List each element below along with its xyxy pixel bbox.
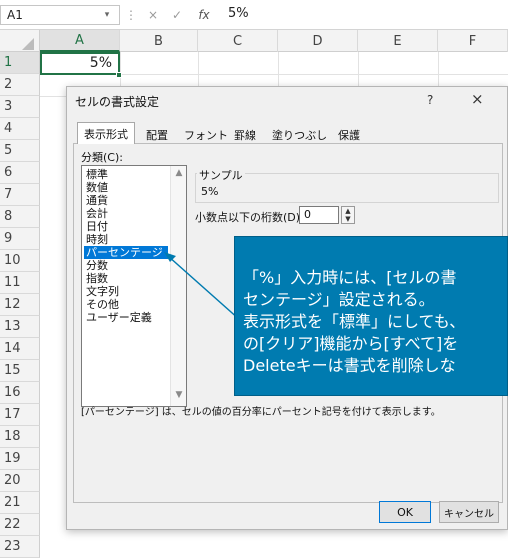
- callout-line-1: 「%」入力時には、[セルの書: [243, 268, 457, 287]
- help-icon[interactable]: ?: [427, 93, 433, 107]
- row-header-12[interactable]: 12: [0, 294, 40, 316]
- category-item-time[interactable]: 時刻: [86, 233, 108, 246]
- spin-down-icon[interactable]: ▼: [345, 215, 350, 223]
- row-header-5[interactable]: 5: [0, 140, 40, 162]
- confirm-entry-icon[interactable]: ✓: [166, 5, 188, 25]
- cancel-entry-icon[interactable]: ×: [142, 5, 164, 25]
- tab-alignment[interactable]: 配置: [139, 123, 175, 143]
- callout-line-5: Deleteキーは書式を削除しな: [243, 356, 456, 375]
- callout-line-4: の[クリア]機能から[すべて]を: [243, 334, 459, 353]
- category-item-number[interactable]: 数値: [86, 181, 108, 194]
- category-label: 分類(C):: [81, 151, 123, 164]
- column-header-c[interactable]: C: [198, 30, 278, 52]
- row-header-4[interactable]: 4: [0, 118, 40, 140]
- column-header-f[interactable]: F: [438, 30, 508, 52]
- column-header-a[interactable]: A: [40, 30, 120, 52]
- category-item-currency[interactable]: 通貨: [86, 194, 108, 207]
- row-header-9[interactable]: 9: [0, 228, 40, 250]
- category-item-scientific[interactable]: 指数: [86, 272, 108, 285]
- decimal-places-label: 小数点以下の桁数(D):: [195, 211, 304, 224]
- row-header-22[interactable]: 22: [0, 514, 40, 536]
- row-header-8[interactable]: 8: [0, 206, 40, 228]
- category-item-percentage[interactable]: パーセンテージ: [84, 246, 168, 259]
- row-header-11[interactable]: 11: [0, 272, 40, 294]
- row-header-13[interactable]: 13: [0, 316, 40, 338]
- category-description: [パーセンテージ] は、セルの値の百分率にパーセント記号を付けて表示します。: [81, 407, 441, 418]
- category-list-scrollbar[interactable]: ▲ ▼: [170, 166, 186, 406]
- row-header-1[interactable]: 1: [0, 52, 40, 74]
- tab-protection[interactable]: 保護: [331, 123, 367, 143]
- column-header-e[interactable]: E: [358, 30, 438, 52]
- row-header-20[interactable]: 20: [0, 470, 40, 492]
- row-header-23[interactable]: 23: [0, 536, 40, 558]
- scroll-down-icon[interactable]: ▼: [171, 390, 187, 400]
- row-header-19[interactable]: 19: [0, 448, 40, 470]
- ok-button[interactable]: OK: [379, 501, 431, 523]
- tab-border[interactable]: 罫線: [227, 123, 263, 143]
- select-all-corner[interactable]: [0, 30, 40, 52]
- column-header-row: A B C D E F: [0, 30, 508, 52]
- spin-up-icon[interactable]: ▲: [345, 207, 350, 215]
- tab-fill[interactable]: 塗りつぶし: [265, 123, 334, 143]
- row-header-18[interactable]: 18: [0, 426, 40, 448]
- category-item-special[interactable]: その他: [86, 298, 119, 311]
- callout-line-3: 表示形式を「標準」にしても、: [243, 312, 466, 331]
- category-list[interactable]: 標準 数値 通貨 会計 日付 時刻 パーセンテージ 分数 指数 文字列 その他 …: [81, 165, 187, 407]
- cell-a1[interactable]: 5%: [40, 52, 120, 75]
- row-header-17[interactable]: 17: [0, 404, 40, 426]
- column-header-b[interactable]: B: [120, 30, 198, 52]
- decimal-places-input[interactable]: 0: [299, 206, 339, 224]
- category-item-fraction[interactable]: 分数: [86, 259, 108, 272]
- category-item-accounting[interactable]: 会計: [86, 207, 108, 220]
- row-header-6[interactable]: 6: [0, 162, 40, 184]
- row-header-21[interactable]: 21: [0, 492, 40, 514]
- category-item-text[interactable]: 文字列: [86, 285, 119, 298]
- scroll-up-icon[interactable]: ▲: [171, 168, 187, 178]
- sample-label: サンプル: [197, 167, 245, 183]
- sample-value: 5%: [201, 185, 219, 198]
- decimal-places-spinner[interactable]: ▲ ▼: [341, 206, 355, 224]
- row-header-15[interactable]: 15: [0, 360, 40, 382]
- category-item-general[interactable]: 標準: [86, 168, 108, 181]
- dialog-title: セルの書式設定: [75, 95, 160, 109]
- tab-number[interactable]: 表示形式: [77, 122, 135, 144]
- row-header-7[interactable]: 7: [0, 184, 40, 206]
- category-item-custom[interactable]: ユーザー定義: [86, 311, 152, 324]
- row-header-2[interactable]: 2: [0, 74, 40, 96]
- row-header-10[interactable]: 10: [0, 250, 40, 272]
- row-header-3[interactable]: 3: [0, 96, 40, 118]
- name-box-dropdown-icon[interactable]: ▾: [96, 5, 118, 25]
- row-header-14[interactable]: 14: [0, 338, 40, 360]
- insert-function-icon[interactable]: fx: [192, 5, 216, 25]
- close-icon[interactable]: ×: [471, 90, 484, 108]
- cancel-button[interactable]: キャンセル: [439, 501, 499, 523]
- more-options-icon: ⋮: [125, 8, 137, 22]
- column-header-d[interactable]: D: [278, 30, 358, 52]
- annotation-callout: 「%」入力時には、[セルの書 センテージ」設定される。 表示形式を「標準」にして…: [234, 236, 508, 396]
- row-header-16[interactable]: 16: [0, 382, 40, 404]
- fill-handle[interactable]: [116, 72, 122, 78]
- select-all-triangle-icon: [22, 38, 34, 50]
- formula-input[interactable]: 5%: [222, 5, 508, 25]
- category-item-date[interactable]: 日付: [86, 220, 108, 233]
- formula-bar: A1 ▾ ⋮ × ✓ fx 5%: [0, 0, 508, 30]
- callout-line-2: センテージ」設定される。: [243, 290, 435, 309]
